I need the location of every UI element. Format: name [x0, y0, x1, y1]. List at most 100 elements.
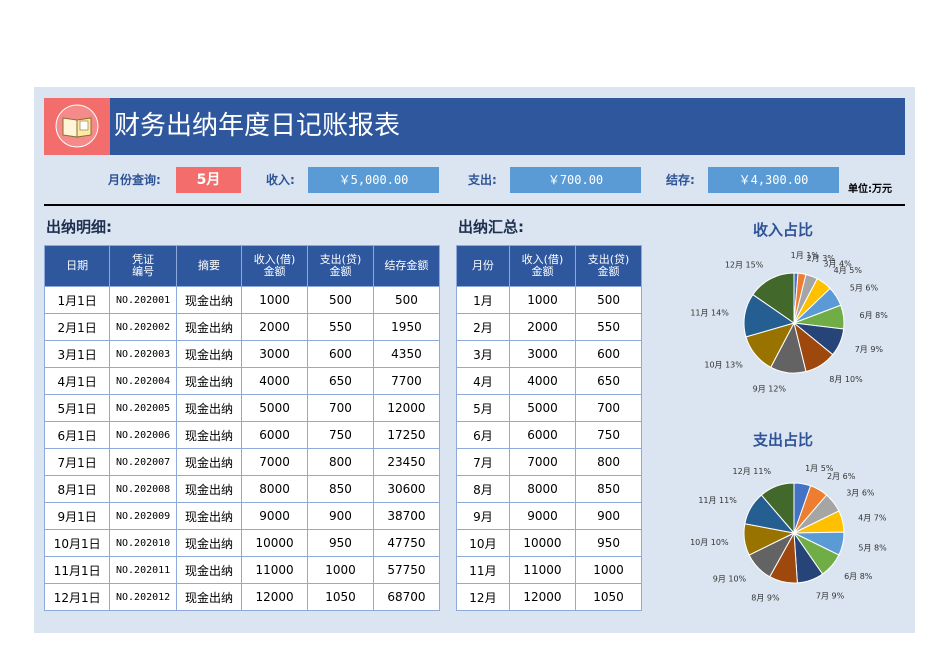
expense-label: 支出: — [468, 173, 497, 187]
detail-cell: 10月1日 — [43, 529, 111, 557]
detail-cell: 9月1日 — [43, 502, 111, 530]
pie-label: 10月 10% — [690, 538, 729, 547]
summary-cell: 11000 — [508, 556, 577, 584]
summary-row: 10月 10000 950 — [456, 529, 642, 557]
detail-cell: NO.202004 — [109, 367, 177, 395]
summary-header-cell: 支出(贷) 金额 — [575, 245, 642, 287]
summary-header-row: 月份 收入(借) 金额 支出(贷) 金额 — [456, 245, 642, 287]
summary-row: 12月 12000 1050 — [456, 583, 642, 611]
detail-cell: 12000 — [241, 583, 309, 611]
summary-row: 4月 4000 650 — [456, 367, 642, 395]
pie-label: 2月 6% — [827, 472, 856, 481]
summary-cell: 650 — [575, 367, 642, 395]
summary-cell: 8月 — [456, 475, 510, 503]
detail-header-cell: 日期 — [43, 245, 111, 287]
summary-cell: 2月 — [456, 313, 510, 341]
summary-cell: 850 — [575, 475, 642, 503]
detail-cell: 600 — [307, 340, 374, 368]
balance-label: 结存: — [666, 173, 695, 187]
detail-row: 8月1日 NO.202008 现金出纳 8000 850 30600 — [43, 475, 441, 503]
detail-cell: 11月1日 — [43, 556, 111, 584]
pie-label: 9月 12% — [753, 385, 787, 394]
detail-cell: 5月1日 — [43, 394, 111, 422]
pie-label: 7月 9% — [816, 591, 845, 600]
detail-cell: NO.202008 — [109, 475, 177, 503]
detail-cell: 6000 — [241, 421, 309, 449]
income-label: 收入: — [266, 173, 295, 187]
detail-header-cell: 结存金额 — [372, 245, 441, 287]
detail-cell: 8000 — [241, 475, 309, 503]
summary-cell: 3000 — [508, 340, 577, 368]
summary-cell: 1000 — [508, 286, 577, 314]
summary-row: 3月 3000 600 — [456, 340, 642, 368]
detail-cell: 7000 — [241, 448, 309, 476]
detail-header-row: 日期 凭证 编号 摘要 收入(借) 金额 支出(贷) 金额 结存金额 — [43, 245, 441, 287]
summary-cell: 9000 — [508, 502, 577, 530]
summary-row: 5月 5000 700 — [456, 394, 642, 422]
detail-cell: 1050 — [307, 583, 374, 611]
summary-cell: 1月 — [456, 286, 510, 314]
detail-cell: 7月1日 — [43, 448, 111, 476]
month-selector[interactable]: 5月 — [176, 167, 241, 193]
pie-label: 12月 15% — [725, 261, 764, 270]
detail-cell: 750 — [307, 421, 374, 449]
detail-cell: 4月1日 — [43, 367, 111, 395]
detail-cell: 550 — [307, 313, 374, 341]
income-chart-title: 收入占比 — [752, 221, 813, 239]
detail-cell: 500 — [307, 286, 374, 314]
detail-cell: NO.202005 — [109, 394, 177, 422]
pie-label: 4月 7% — [858, 514, 887, 523]
summary-cell: 4月 — [456, 367, 510, 395]
page-title: 财务出纳年度日记账报表 — [114, 111, 401, 141]
detail-cell: 5000 — [241, 394, 309, 422]
pie-label: 5月 8% — [858, 543, 887, 552]
detail-cell: NO.202002 — [109, 313, 177, 341]
summary-cell: 900 — [575, 502, 642, 530]
summary-cell: 6000 — [508, 421, 577, 449]
summary-cell: 12000 — [508, 583, 577, 611]
detail-cell: 4000 — [241, 367, 309, 395]
summary-row: 8月 8000 850 — [456, 475, 642, 503]
summary-cell: 3月 — [456, 340, 510, 368]
detail-cell: 2000 — [241, 313, 309, 341]
detail-header-cell: 支出(贷) 金额 — [307, 245, 374, 287]
summary-cell: 1050 — [575, 583, 642, 611]
summary-section-title: 出纳汇总: — [458, 218, 524, 236]
summary-header-cell: 收入(借) 金额 — [508, 245, 577, 287]
detail-cell: 1000 — [307, 556, 374, 584]
detail-cell: 68700 — [372, 583, 441, 611]
expense-value: ￥700.00 — [510, 167, 641, 193]
detail-cell: NO.202001 — [109, 286, 177, 314]
detail-cell: 650 — [307, 367, 374, 395]
summary-cell: 8000 — [508, 475, 577, 503]
detail-cell: 现金出纳 — [175, 394, 243, 422]
detail-cell: 现金出纳 — [175, 529, 243, 557]
pie-label: 9月 10% — [713, 574, 747, 583]
detail-cell: 900 — [307, 502, 374, 530]
detail-cell: 1950 — [372, 313, 441, 341]
detail-cell: NO.202011 — [109, 556, 177, 584]
detail-row: 10月1日 NO.202010 现金出纳 10000 950 47750 — [43, 529, 441, 557]
detail-cell: 38700 — [372, 502, 441, 530]
divider — [44, 204, 905, 206]
detail-cell: 9000 — [241, 502, 309, 530]
detail-cell: 850 — [307, 475, 374, 503]
summary-cell: 9月 — [456, 502, 510, 530]
summary-cell: 10000 — [508, 529, 577, 557]
expense-pie-chart: 1月 5%2月 6%3月 6%4月 7%5月 8%6月 8%7月 9%8月 9%… — [690, 464, 887, 602]
detail-cell: NO.202012 — [109, 583, 177, 611]
detail-header-cell: 收入(借) 金额 — [241, 245, 309, 287]
summary-row: 11月 11000 1000 — [456, 556, 642, 584]
detail-cell: 现金出纳 — [175, 340, 243, 368]
summary-cell: 1000 — [575, 556, 642, 584]
detail-row: 11月1日 NO.202011 现金出纳 11000 1000 57750 — [43, 556, 441, 584]
detail-cell: 800 — [307, 448, 374, 476]
summary-cell: 4000 — [508, 367, 577, 395]
summary-table: 月份 收入(借) 金额 支出(贷) 金额 1月 1000 500 2月 2000 550 3月 3… — [456, 245, 642, 611]
summary-cell: 11月 — [456, 556, 510, 584]
summary-cell: 800 — [575, 448, 642, 476]
detail-cell: NO.202003 — [109, 340, 177, 368]
pie-label: 8月 10% — [829, 375, 863, 384]
summary-row: 2月 2000 550 — [456, 313, 642, 341]
detail-cell: 1000 — [241, 286, 309, 314]
